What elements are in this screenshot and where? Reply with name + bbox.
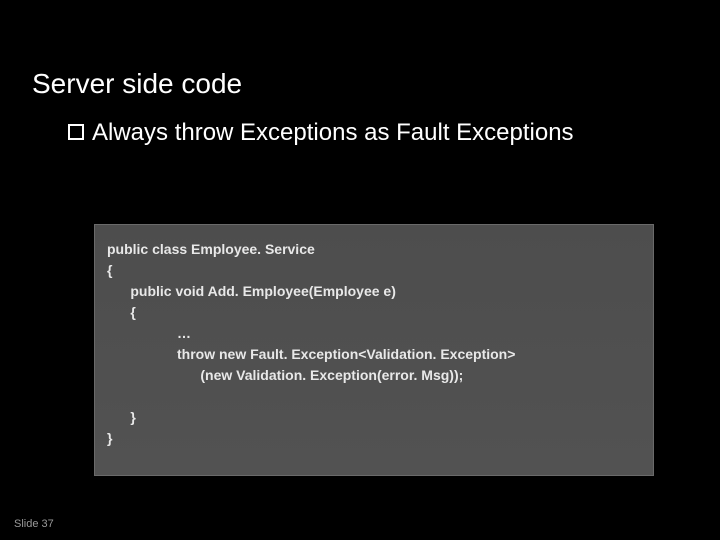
code-line: }	[107, 430, 112, 446]
code-line: }	[107, 409, 136, 425]
code-line: …	[107, 325, 191, 341]
slide: Server side code Always throw Exceptions…	[0, 0, 720, 540]
bullet-item: Always throw Exceptions as Fault Excepti…	[68, 118, 680, 148]
slide-body: Always throw Exceptions as Fault Excepti…	[68, 118, 680, 148]
code-line: {	[107, 304, 136, 320]
code-line: public void Add. Employee(Employee e)	[107, 283, 396, 299]
slide-number: Slide 37	[14, 518, 54, 530]
code-line: {	[107, 262, 112, 278]
code-line: throw new Fault. Exception<Validation. E…	[107, 346, 515, 362]
slide-title: Server side code	[32, 68, 242, 100]
bullet-icon	[68, 124, 84, 140]
code-line: (new Validation. Exception(error. Msg));	[107, 367, 463, 383]
bullet-text: Always throw Exceptions as Fault Excepti…	[92, 118, 574, 148]
code-block: public class Employee. Service { public …	[94, 224, 654, 476]
code-line: public class Employee. Service	[107, 241, 315, 257]
